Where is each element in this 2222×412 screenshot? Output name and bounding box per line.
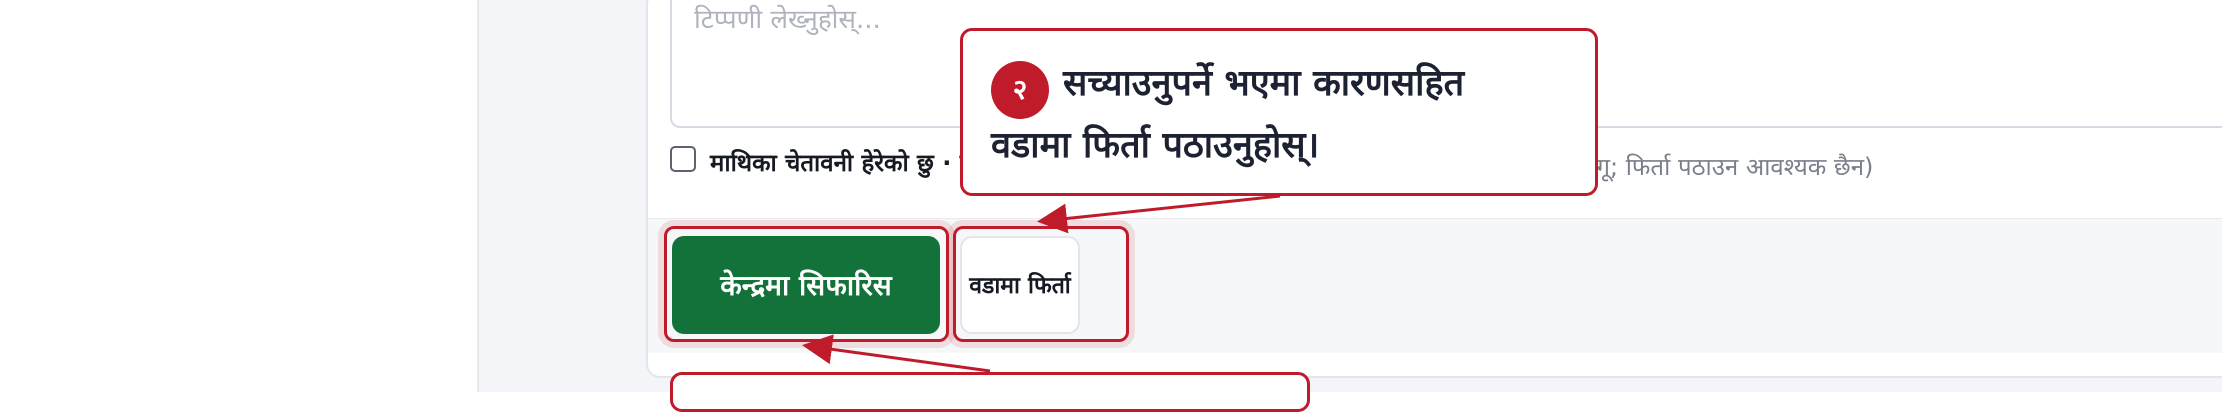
return-to-ward-button[interactable]: वडामा फिर्ता	[960, 236, 1080, 334]
annotation-callout-next	[670, 372, 1310, 412]
step-number-badge: २	[991, 61, 1049, 119]
recommend-to-center-button[interactable]: केन्द्रमा सिफारिस	[672, 236, 940, 334]
callout-text-line2: वडामा फिर्ता पठाउनुहोस्।	[991, 125, 1320, 166]
left-panel	[0, 0, 478, 392]
confirm-checkbox[interactable]	[670, 146, 696, 172]
remarks-placeholder: टिप्पणी लेख्नुहोस्...	[694, 5, 881, 35]
callout-text-line1: सच्याउनुपर्ने भएमा कारणसहित	[1063, 63, 1465, 104]
confirm-note: लागू; फिर्ता पठाउन आवश्यक छैन)	[1574, 153, 1874, 181]
annotation-callout: २ सच्याउनुपर्ने भएमा कारणसहित वडामा फिर्…	[960, 28, 1598, 196]
confirm-label: माथिका चेतावनी हेरेको छु · ज	[710, 149, 978, 177]
